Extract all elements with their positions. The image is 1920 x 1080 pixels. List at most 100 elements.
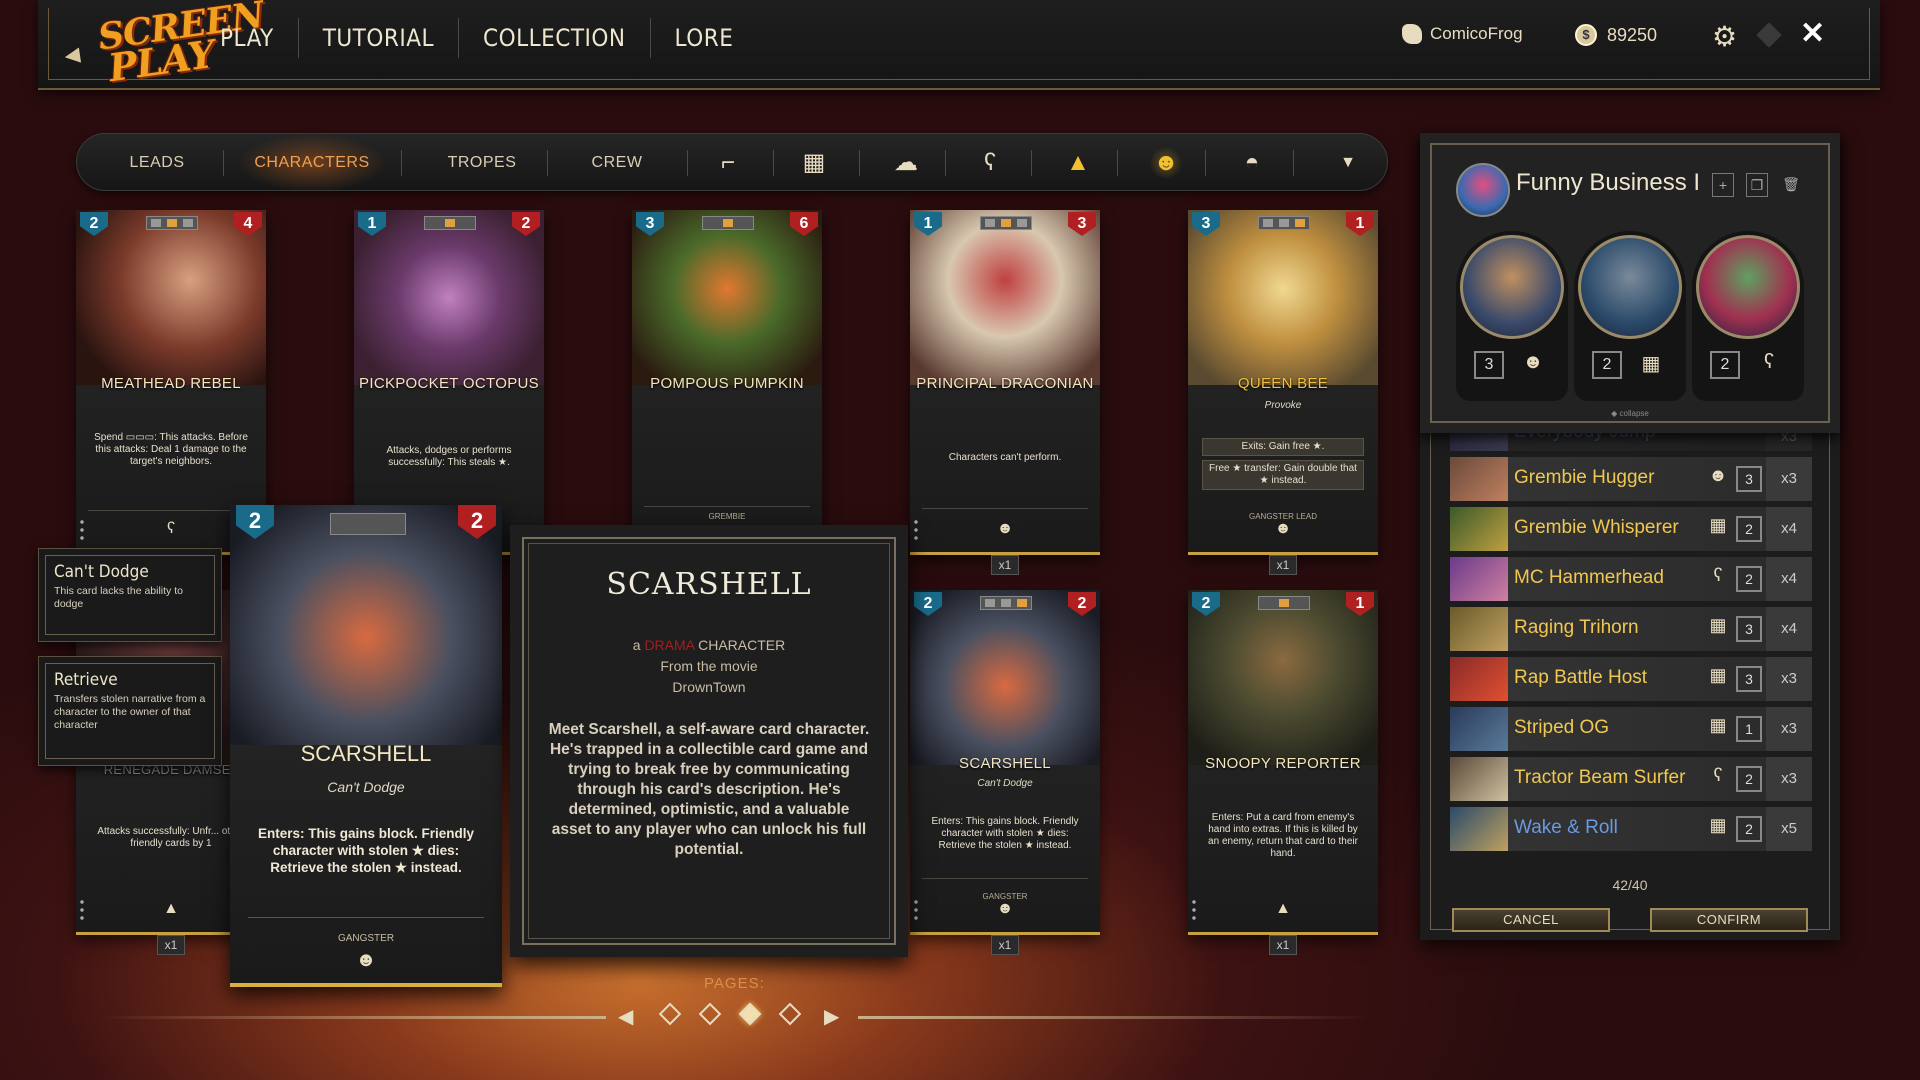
copy-deck-icon[interactable]: ❐ <box>1746 173 1768 197</box>
filter-divider <box>859 150 860 176</box>
close-icon[interactable]: ✕ <box>1800 16 1825 51</box>
card-thumb <box>1450 657 1508 701</box>
card-quantity: x1 <box>991 935 1019 955</box>
deck-lead[interactable]: 2 ʕ <box>1692 231 1804 401</box>
list-item[interactable]: MC Hammerhead ʕ 2 x4 <box>1450 557 1812 601</box>
page-dot[interactable] <box>658 1002 682 1026</box>
prev-page-icon[interactable]: ◀ <box>618 1004 633 1029</box>
bear-icon[interactable]: ʕ <box>973 147 1007 179</box>
filter-divider <box>945 150 946 176</box>
page-dot[interactable] <box>778 1002 802 1026</box>
tab-crew[interactable]: CREW <box>557 134 677 192</box>
card-meathead-rebel[interactable]: 2 4 MEATHEAD REBEL Spend ▭▭▭: This attac… <box>76 210 266 555</box>
card-menu-icon[interactable] <box>80 518 84 542</box>
card-text: Enters: This gains block. Friendly chara… <box>257 826 475 875</box>
list-item-qty: x4 <box>1766 507 1812 551</box>
card-thumb <box>1450 607 1508 651</box>
card-text: Spend ▭▭▭: This attacks. Before this att… <box>94 432 248 467</box>
eye-triangle-icon: ▲ <box>163 900 179 917</box>
deck-lead[interactable]: 3 ☻ <box>1456 231 1568 401</box>
list-item[interactable]: Tractor Beam Surfer ʕ 2 x3 <box>1450 757 1812 801</box>
list-item[interactable]: Wake & Roll ▦ 2 x5 <box>1450 807 1812 851</box>
nav-tutorial[interactable]: TUTORIAL <box>299 18 460 58</box>
list-item[interactable]: Raging Trihorn ▦ 3 x4 <box>1450 607 1812 651</box>
lead-cost: 3 <box>1474 351 1504 379</box>
card-thumb <box>1450 557 1508 601</box>
add-deck-icon[interactable]: + <box>1712 173 1734 197</box>
card-keyword: Can't Dodge <box>977 778 1033 789</box>
eye-triangle-icon[interactable]: ▲ <box>1061 147 1095 179</box>
list-item[interactable]: Grembie Whisperer ▦ 2 x4 <box>1450 507 1812 551</box>
card-text: Attacks successfully: Unfr... other frie… <box>97 826 245 849</box>
list-item-name: MC Hammerhead <box>1514 567 1664 588</box>
list-item-cost: 3 <box>1736 616 1762 642</box>
card-text: Characters can't perform. <box>948 452 1062 463</box>
card-text: Enters: Put a card from enemy's hand int… <box>1208 812 1358 859</box>
map-icon[interactable]: ▦ <box>797 147 831 179</box>
filter-divider <box>1293 150 1294 176</box>
gear-icon[interactable]: ⚙ <box>1712 20 1737 53</box>
gun-icon[interactable]: ⌐ <box>711 147 745 179</box>
list-item-cost: 3 <box>1736 666 1762 692</box>
list-item[interactable]: Rap Battle Host ▦ 3 x3 <box>1450 657 1812 701</box>
tab-leads[interactable]: LEADS <box>97 134 217 192</box>
list-item-name: Wake & Roll <box>1514 817 1618 838</box>
card-queen-bee[interactable]: 3 1 QUEEN BEE Provoke Exits: Gain free ★… <box>1188 210 1378 555</box>
deck-avatar[interactable] <box>1456 163 1510 217</box>
card-name: QUEEN BEE <box>1237 375 1329 392</box>
tab-characters[interactable]: CHARACTERS <box>237 134 387 192</box>
list-item[interactable]: Grembie Hugger ☻ 3 x3 <box>1450 457 1812 501</box>
tooltip-cant-dodge: Can't Dodge This card lacks the ability … <box>38 548 222 642</box>
card-name: MEATHEAD REBEL <box>101 375 241 392</box>
deck-name[interactable]: Funny Business I <box>1516 169 1700 197</box>
ghost-icon[interactable]: ☁ <box>889 147 923 179</box>
back-arrow-icon[interactable]: ◀ <box>63 40 94 67</box>
confirm-button[interactable]: CONFIRM <box>1650 908 1808 932</box>
nav-lore[interactable]: LORE <box>651 18 758 58</box>
cancel-button[interactable]: CANCEL <box>1452 908 1610 932</box>
coin-amount: 89250 <box>1607 24 1658 45</box>
card-menu-icon[interactable] <box>914 518 918 542</box>
deck-lead[interactable]: 2 ▦ <box>1574 231 1686 401</box>
user-icon <box>1402 24 1422 44</box>
nav-play[interactable]: PLAY <box>196 18 299 58</box>
card-pompous-pumpkin[interactable]: 3 6 POMPOUS PUMPKIN GREMBIE <box>632 210 822 555</box>
user-profile[interactable]: ComicoFrog <box>1402 24 1523 44</box>
chevron-down-icon[interactable]: ▼ <box>1331 147 1365 179</box>
trash-icon[interactable]: 🗑 <box>1780 173 1802 197</box>
deck-count: 42/40 <box>1612 877 1648 893</box>
list-item-name: Raging Trihorn <box>1514 617 1639 638</box>
map-icon: ▦ <box>1709 665 1727 685</box>
list-item-qty: x3 <box>1766 457 1812 501</box>
card-quantity: x1 <box>991 555 1019 575</box>
film-reel-icon <box>1258 596 1310 610</box>
drama-mask-icon[interactable]: ☻ <box>1149 147 1183 179</box>
collapse-toggle[interactable]: ◆ collapse <box>1420 409 1840 418</box>
card-name: POMPOUS PUMPKIN <box>650 375 804 392</box>
nav-collection[interactable]: COLLECTION <box>459 18 651 58</box>
page-dot-active[interactable] <box>738 1002 762 1026</box>
card-snoopy-reporter[interactable]: 2 1 SNOOPY REPORTER Enters: Put a card f… <box>1188 590 1378 935</box>
next-page-icon[interactable]: ▶ <box>824 1004 839 1029</box>
card-menu-icon[interactable] <box>1192 898 1196 922</box>
card-pickpocket-octopus[interactable]: 1 2 PICKPOCKET OCTOPUS Attacks, dodges o… <box>354 210 544 555</box>
lore-type: CHARACTER <box>698 637 786 653</box>
card-divider <box>644 506 810 507</box>
card-menu-icon[interactable] <box>80 898 84 922</box>
card-name: SCARSHELL <box>959 755 1051 772</box>
tab-tropes[interactable]: TROPES <box>417 134 547 192</box>
list-item[interactable]: Striped OG ▦ 1 x3 <box>1450 707 1812 751</box>
drama-mask-icon: ☻ <box>1708 465 1728 485</box>
page-dot[interactable] <box>698 1002 722 1026</box>
list-item-qty: x3 <box>1766 757 1812 801</box>
card-principal-draconian[interactable]: 1 3 PRINCIPAL DRACONIAN Characters can't… <box>910 210 1100 555</box>
card-quantity: x1 <box>157 935 185 955</box>
list-item-name: Striped OG <box>1514 717 1610 738</box>
collapse-label: collapse <box>1619 409 1649 418</box>
card-scarshell-large[interactable]: 2 2 SCARSHELL Can't Dodge Enters: This g… <box>230 505 502 987</box>
list-item-cost: 1 <box>1736 716 1762 742</box>
card-menu-icon[interactable] <box>914 898 918 922</box>
card-name: SNOOPY REPORTER <box>1205 755 1361 772</box>
ufo-icon[interactable]: ◓ <box>1235 147 1269 179</box>
card-scarshell-small[interactable]: 2 2 SCARSHELL Can't Dodge Enters: This g… <box>910 590 1100 935</box>
